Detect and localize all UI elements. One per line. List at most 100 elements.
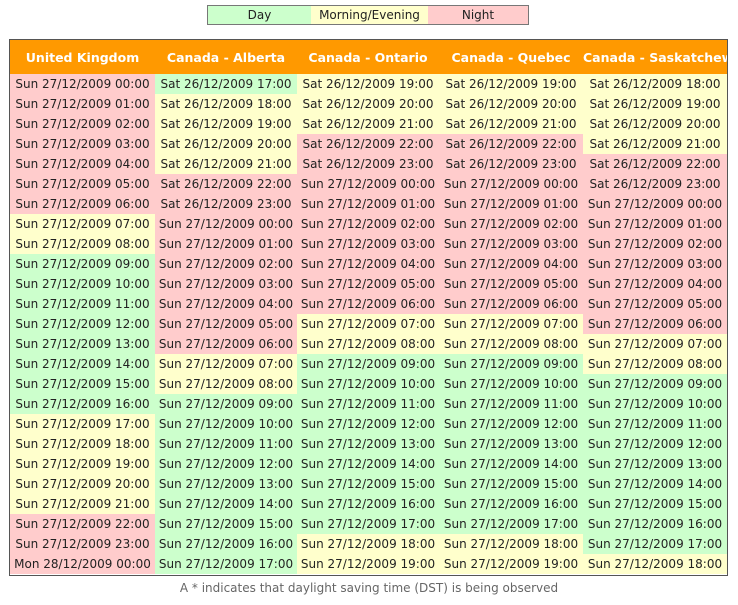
time-cell: Sun 27/12/2009 23:00 — [10, 534, 155, 554]
time-cell: Mon 28/12/2009 00:00 — [10, 554, 155, 574]
time-cell: Sat 26/12/2009 18:00 — [583, 74, 727, 94]
time-cell: Sat 26/12/2009 20:00 — [439, 94, 583, 114]
time-cell: Sun 27/12/2009 02:00 — [155, 254, 297, 274]
time-cell: Sun 27/12/2009 08:00 — [439, 334, 583, 354]
time-cell: Sun 27/12/2009 01:00 — [297, 194, 439, 214]
time-cell: Sun 27/12/2009 09:00 — [297, 354, 439, 374]
time-cell: Sun 27/12/2009 10:00 — [439, 374, 583, 394]
time-cell: Sun 27/12/2009 11:00 — [10, 294, 155, 314]
time-cell: Sat 26/12/2009 19:00 — [155, 114, 297, 134]
legend-night: Night — [428, 6, 528, 24]
time-cell: Sun 27/12/2009 07:00 — [297, 314, 439, 334]
time-cell: Sun 27/12/2009 10:00 — [297, 374, 439, 394]
time-cell: Sun 27/12/2009 12:00 — [439, 414, 583, 434]
time-cell: Sun 27/12/2009 08:00 — [583, 354, 727, 374]
time-cell: Sun 27/12/2009 18:00 — [583, 554, 727, 574]
time-cell: Sat 26/12/2009 22:00 — [155, 174, 297, 194]
time-cell: Sun 27/12/2009 15:00 — [10, 374, 155, 394]
time-cell: Sun 27/12/2009 08:00 — [10, 234, 155, 254]
time-cell: Sun 27/12/2009 14:00 — [297, 454, 439, 474]
time-cell: Sun 27/12/2009 13:00 — [439, 434, 583, 454]
time-cell: Sun 27/12/2009 02:00 — [439, 214, 583, 234]
table-row: Sun 27/12/2009 02:00 Sat 26/12/2009 19:00… — [10, 114, 727, 134]
table-row: Sun 27/12/2009 01:00 Sat 26/12/2009 18:00… — [10, 94, 727, 114]
time-cell: Sun 27/12/2009 07:00 — [155, 354, 297, 374]
table-row: Sun 27/12/2009 06:00 Sat 26/12/2009 23:00… — [10, 194, 727, 214]
time-cell: Sun 27/12/2009 16:00 — [155, 534, 297, 554]
time-cell: Sat 26/12/2009 21:00 — [439, 114, 583, 134]
time-cell: Sat 26/12/2009 21:00 — [297, 114, 439, 134]
column-header-canada-ontario: Canada - Ontario — [297, 40, 439, 74]
time-cell: Sat 26/12/2009 22:00 — [439, 134, 583, 154]
time-cell: Sun 27/12/2009 06:00 — [583, 314, 727, 334]
time-cell: Sat 26/12/2009 20:00 — [297, 94, 439, 114]
time-cell: Sun 27/12/2009 13:00 — [10, 334, 155, 354]
time-cell: Sat 26/12/2009 20:00 — [155, 134, 297, 154]
time-cell: Sun 27/12/2009 01:00 — [155, 234, 297, 254]
time-cell: Sat 26/12/2009 22:00 — [583, 154, 727, 174]
time-cell: Sun 27/12/2009 14:00 — [10, 354, 155, 374]
time-cell: Sun 27/12/2009 11:00 — [297, 394, 439, 414]
time-cell: Sun 27/12/2009 09:00 — [583, 374, 727, 394]
time-cell: Sun 27/12/2009 05:00 — [155, 314, 297, 334]
time-cell: Sun 27/12/2009 03:00 — [583, 254, 727, 274]
time-cell: Sun 27/12/2009 00:00 — [297, 174, 439, 194]
table-row: Sun 27/12/2009 12:00 Sun 27/12/2009 05:00… — [10, 314, 727, 334]
time-cell: Sun 27/12/2009 15:00 — [583, 494, 727, 514]
time-cell: Sat 26/12/2009 23:00 — [155, 194, 297, 214]
table-row: Sun 27/12/2009 11:00 Sun 27/12/2009 04:00… — [10, 294, 727, 314]
time-cell: Sun 27/12/2009 16:00 — [297, 494, 439, 514]
time-cell: Sun 27/12/2009 04:00 — [155, 294, 297, 314]
time-cell: Sun 27/12/2009 07:00 — [439, 314, 583, 334]
time-cell: Sun 27/12/2009 10:00 — [155, 414, 297, 434]
time-cell: Sun 27/12/2009 19:00 — [439, 554, 583, 574]
time-cell: Sun 27/12/2009 09:00 — [155, 394, 297, 414]
time-cell: Sun 27/12/2009 12:00 — [10, 314, 155, 334]
time-cell: Sun 27/12/2009 01:00 — [10, 94, 155, 114]
time-cell: Sat 26/12/2009 17:00 — [155, 74, 297, 94]
time-cell: Sun 27/12/2009 06:00 — [297, 294, 439, 314]
time-cell: Sun 27/12/2009 13:00 — [155, 474, 297, 494]
time-cell: Sun 27/12/2009 20:00 — [10, 474, 155, 494]
time-cell: Sun 27/12/2009 06:00 — [10, 194, 155, 214]
time-cell: Sun 27/12/2009 14:00 — [155, 494, 297, 514]
time-cell: Sun 27/12/2009 17:00 — [10, 414, 155, 434]
time-cell: Sun 27/12/2009 06:00 — [439, 294, 583, 314]
time-cell: Sun 27/12/2009 05:00 — [439, 274, 583, 294]
time-cell: Sun 27/12/2009 00:00 — [155, 214, 297, 234]
legend-day: Day — [208, 6, 311, 24]
table-row: Sun 27/12/2009 08:00 Sun 27/12/2009 01:00… — [10, 234, 727, 254]
time-cell: Sun 27/12/2009 12:00 — [583, 434, 727, 454]
time-cell: Sun 27/12/2009 19:00 — [10, 454, 155, 474]
time-cell: Sun 27/12/2009 03:00 — [10, 134, 155, 154]
time-cell: Sun 27/12/2009 03:00 — [439, 234, 583, 254]
time-cell: Sun 27/12/2009 00:00 — [439, 174, 583, 194]
time-cell: Sat 26/12/2009 19:00 — [297, 74, 439, 94]
legend: Day Morning/Evening Night — [207, 5, 529, 25]
time-cell: Sun 27/12/2009 13:00 — [583, 454, 727, 474]
time-cell: Sun 27/12/2009 08:00 — [155, 374, 297, 394]
time-cell: Sun 27/12/2009 19:00 — [297, 554, 439, 574]
table-row: Sun 27/12/2009 13:00 Sun 27/12/2009 06:00… — [10, 334, 727, 354]
time-cell: Sun 27/12/2009 10:00 — [10, 274, 155, 294]
column-header-united-kingdom: United Kingdom — [10, 40, 155, 74]
time-cell: Sun 27/12/2009 17:00 — [155, 554, 297, 574]
table-row: Sun 27/12/2009 18:00 Sun 27/12/2009 11:00… — [10, 434, 727, 454]
time-cell: Sun 27/12/2009 05:00 — [583, 294, 727, 314]
time-cell: Sun 27/12/2009 00:00 — [10, 74, 155, 94]
time-cell: Sun 27/12/2009 16:00 — [10, 394, 155, 414]
time-cell: Sun 27/12/2009 06:00 — [155, 334, 297, 354]
time-cell: Sat 26/12/2009 23:00 — [439, 154, 583, 174]
time-cell: Sun 27/12/2009 17:00 — [439, 514, 583, 534]
table-body: Sun 27/12/2009 00:00 Sat 26/12/2009 17:00… — [10, 74, 727, 574]
time-cell: Sun 27/12/2009 07:00 — [10, 214, 155, 234]
time-cell: Sun 27/12/2009 16:00 — [583, 514, 727, 534]
time-cell: Sun 27/12/2009 17:00 — [297, 514, 439, 534]
header-row: United Kingdom Canada - Alberta Canada -… — [10, 40, 727, 74]
time-cell: Sun 27/12/2009 15:00 — [439, 474, 583, 494]
time-cell: Sun 27/12/2009 05:00 — [10, 174, 155, 194]
time-cell: Sun 27/12/2009 04:00 — [10, 154, 155, 174]
table-row: Sun 27/12/2009 05:00 Sat 26/12/2009 22:00… — [10, 174, 727, 194]
time-cell: Sun 27/12/2009 12:00 — [155, 454, 297, 474]
time-cell: Sun 27/12/2009 11:00 — [583, 414, 727, 434]
